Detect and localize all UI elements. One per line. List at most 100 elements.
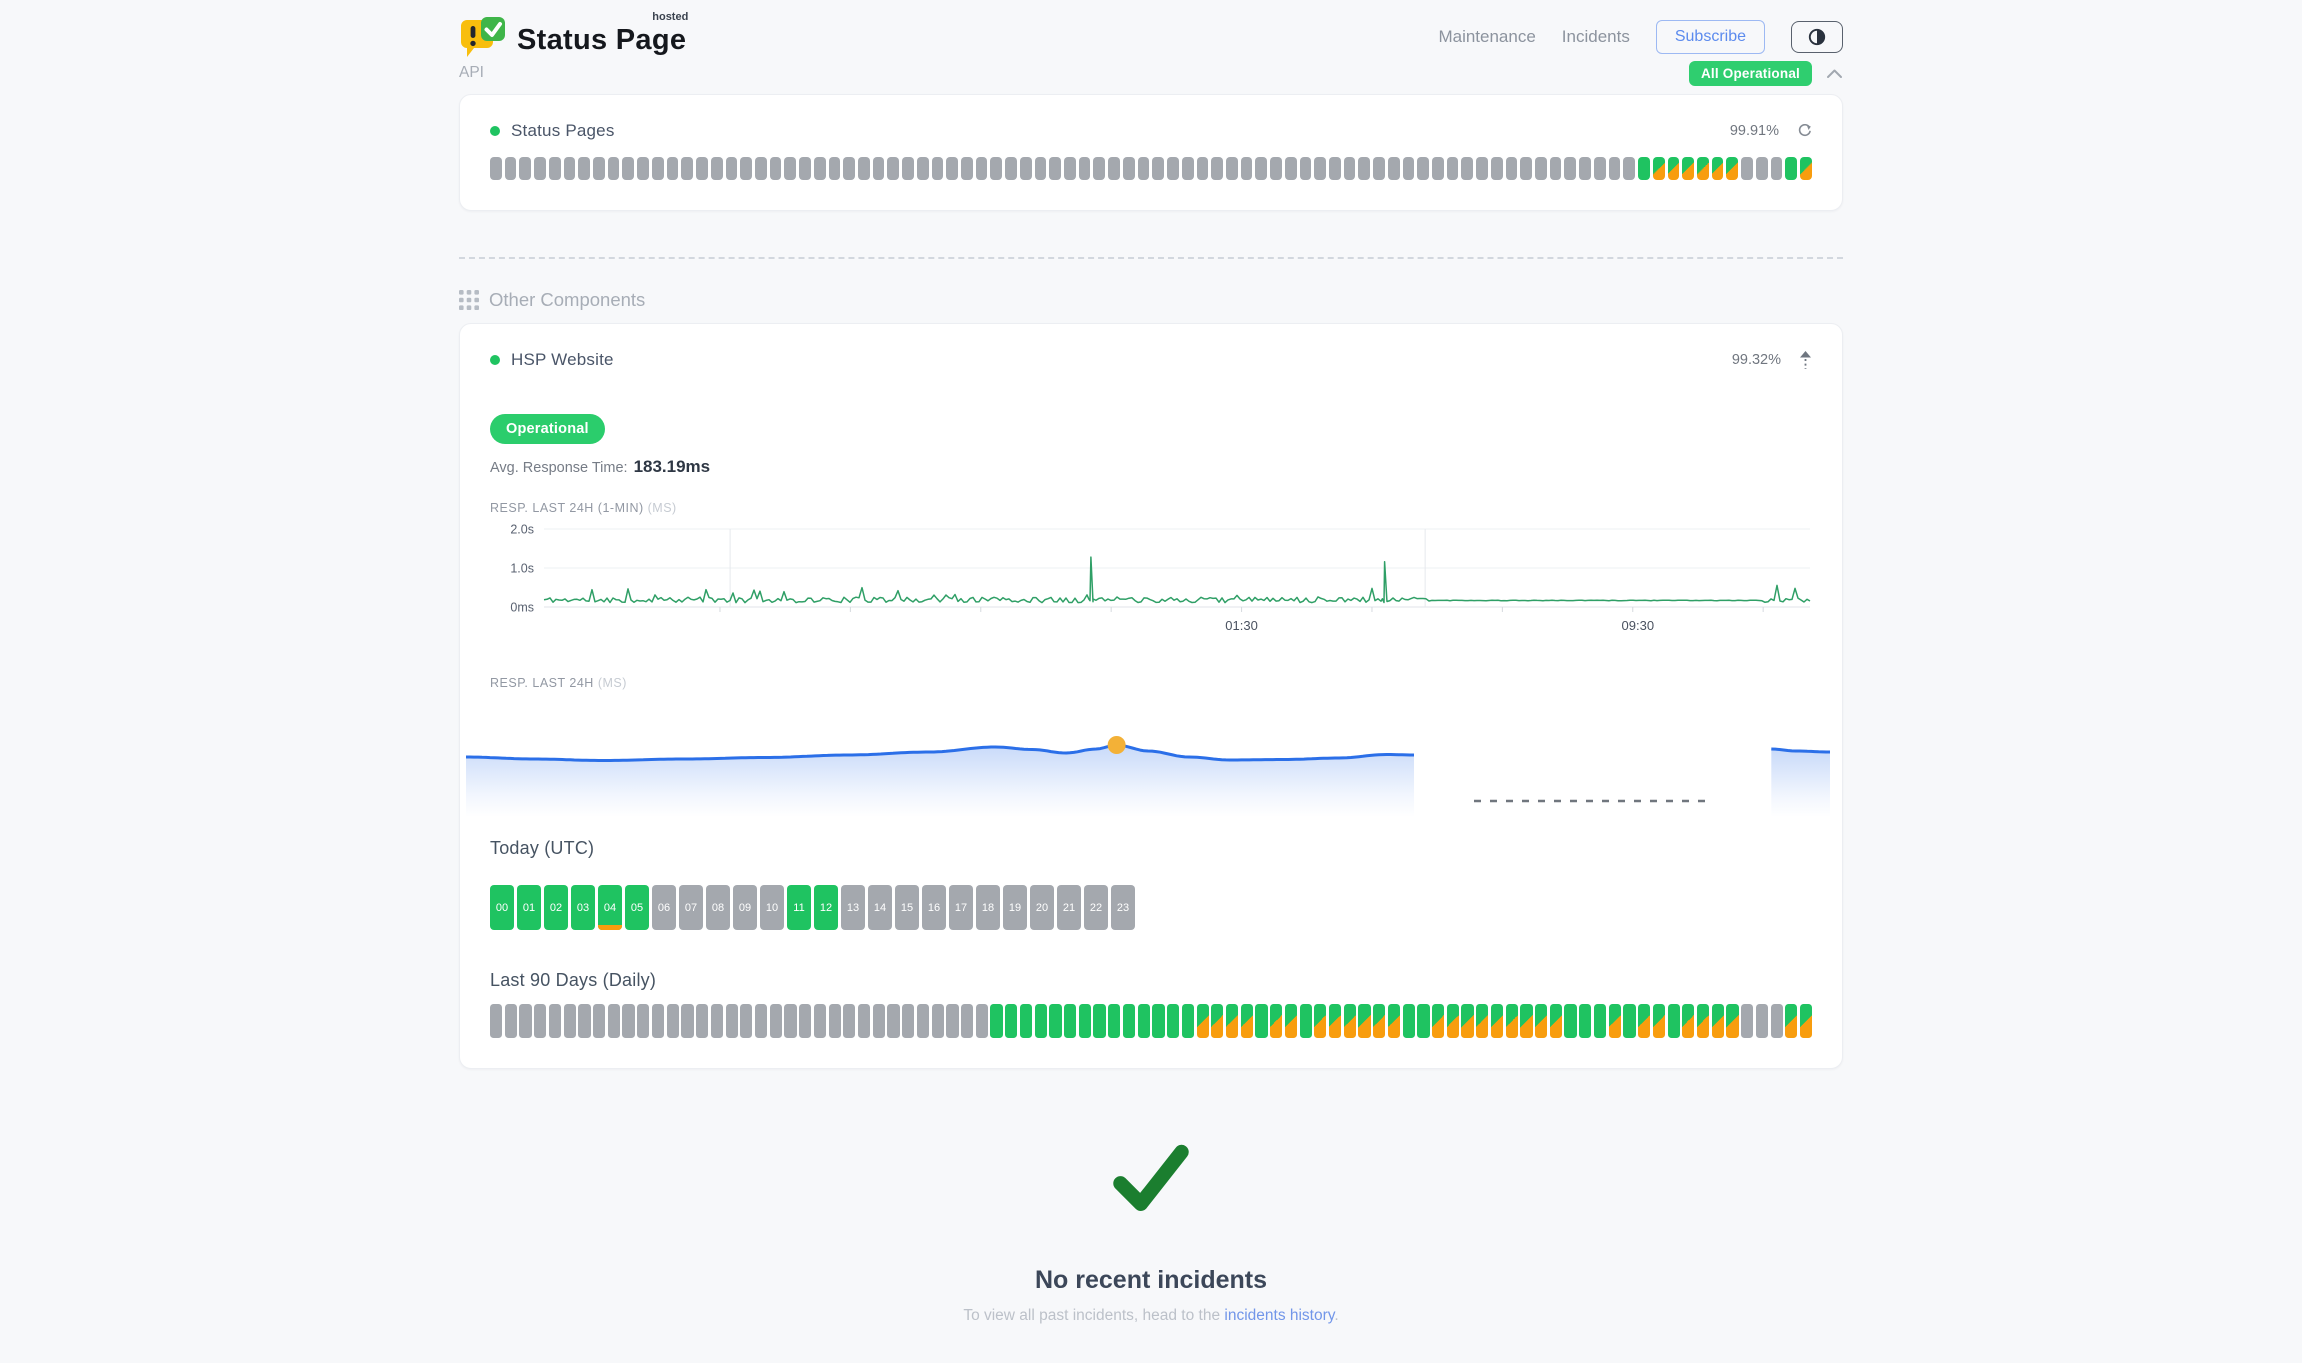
uptime-block[interactable] — [696, 157, 708, 180]
daily-uptime-block[interactable] — [740, 1004, 752, 1038]
daily-uptime-block[interactable] — [1741, 1004, 1753, 1038]
daily-uptime-block[interactable] — [1064, 1004, 1076, 1038]
daily-uptime-block[interactable] — [1594, 1004, 1606, 1038]
hour-block-19[interactable]: 19 — [1003, 885, 1027, 930]
daily-uptime-block[interactable] — [1079, 1004, 1091, 1038]
daily-uptime-block[interactable] — [1241, 1004, 1253, 1038]
uptime-block[interactable] — [1712, 157, 1724, 180]
daily-uptime-block[interactable] — [593, 1004, 605, 1038]
daily-uptime-block[interactable] — [814, 1004, 826, 1038]
arrow-up-dashed-icon[interactable] — [1799, 351, 1812, 370]
nav-maintenance[interactable]: Maintenance — [1438, 27, 1535, 47]
daily-uptime-block[interactable] — [519, 1004, 531, 1038]
uptime-block[interactable] — [519, 157, 531, 180]
uptime-block[interactable] — [1300, 157, 1312, 180]
daily-uptime-block[interactable] — [1771, 1004, 1783, 1038]
uptime-block[interactable] — [1506, 157, 1518, 180]
uptime-block[interactable] — [564, 157, 576, 180]
uptime-block[interactable] — [1108, 157, 1120, 180]
daily-uptime-block[interactable] — [1167, 1004, 1179, 1038]
daily-uptime-block[interactable] — [1329, 1004, 1341, 1038]
uptime-block[interactable] — [1049, 157, 1061, 180]
hour-block-01[interactable]: 01 — [517, 885, 541, 930]
daily-uptime-block[interactable] — [1358, 1004, 1370, 1038]
uptime-block[interactable] — [1197, 157, 1209, 180]
uptime-block[interactable] — [755, 157, 767, 180]
uptime-block[interactable] — [1741, 157, 1753, 180]
daily-uptime-block[interactable] — [1049, 1004, 1061, 1038]
uptime-block[interactable] — [593, 157, 605, 180]
uptime-block[interactable] — [1447, 157, 1459, 180]
daily-uptime-block[interactable] — [1314, 1004, 1326, 1038]
uptime-block[interactable] — [1594, 157, 1606, 180]
daily-uptime-block[interactable] — [534, 1004, 546, 1038]
uptime-block[interactable] — [1035, 157, 1047, 180]
subscribe-button[interactable]: Subscribe — [1656, 20, 1765, 54]
daily-uptime-block[interactable] — [1785, 1004, 1797, 1038]
uptime-block[interactable] — [1476, 157, 1488, 180]
uptime-block[interactable] — [858, 157, 870, 180]
hour-block-14[interactable]: 14 — [868, 885, 892, 930]
uptime-block[interactable] — [1800, 157, 1812, 180]
daily-uptime-block[interactable] — [1682, 1004, 1694, 1038]
theme-toggle-button[interactable] — [1791, 21, 1843, 53]
uptime-block[interactable] — [622, 157, 634, 180]
uptime-block[interactable] — [549, 157, 561, 180]
incidents-history-link[interactable]: incidents history — [1224, 1307, 1334, 1324]
hour-block-13[interactable]: 13 — [841, 885, 865, 930]
uptime-block[interactable] — [1064, 157, 1076, 180]
uptime-block[interactable] — [1653, 157, 1665, 180]
daily-uptime-block[interactable] — [1182, 1004, 1194, 1038]
hour-block-07[interactable]: 07 — [679, 885, 703, 930]
daily-uptime-block[interactable] — [1800, 1004, 1812, 1038]
hour-block-10[interactable]: 10 — [760, 885, 784, 930]
daily-uptime-block[interactable] — [1417, 1004, 1429, 1038]
daily-uptime-block[interactable] — [946, 1004, 958, 1038]
uptime-block[interactable] — [917, 157, 929, 180]
uptime-block[interactable] — [505, 157, 517, 180]
uptime-block[interactable] — [1138, 157, 1150, 180]
daily-uptime-block[interactable] — [667, 1004, 679, 1038]
daily-uptime-block[interactable] — [564, 1004, 576, 1038]
daily-uptime-block[interactable] — [505, 1004, 517, 1038]
daily-uptime-block[interactable] — [755, 1004, 767, 1038]
daily-uptime-block[interactable] — [1697, 1004, 1709, 1038]
hour-block-15[interactable]: 15 — [895, 885, 919, 930]
daily-uptime-block[interactable] — [1226, 1004, 1238, 1038]
uptime-block[interactable] — [1020, 157, 1032, 180]
daily-uptime-block[interactable] — [976, 1004, 988, 1038]
daily-uptime-block[interactable] — [1564, 1004, 1576, 1038]
hour-block-02[interactable]: 02 — [544, 885, 568, 930]
daily-uptime-block[interactable] — [1609, 1004, 1621, 1038]
daily-uptime-block[interactable] — [1579, 1004, 1591, 1038]
daily-uptime-block[interactable] — [932, 1004, 944, 1038]
daily-uptime-block[interactable] — [1123, 1004, 1135, 1038]
uptime-block[interactable] — [1520, 157, 1532, 180]
daily-uptime-block[interactable] — [843, 1004, 855, 1038]
daily-uptime-block[interactable] — [1108, 1004, 1120, 1038]
uptime-block[interactable] — [976, 157, 988, 180]
uptime-block[interactable] — [1226, 157, 1238, 180]
daily-uptime-block[interactable] — [1138, 1004, 1150, 1038]
uptime-block[interactable] — [1005, 157, 1017, 180]
uptime-block[interactable] — [667, 157, 679, 180]
daily-uptime-block[interactable] — [873, 1004, 885, 1038]
collapse-chevron-up-icon[interactable] — [1826, 68, 1843, 79]
uptime-block[interactable] — [1182, 157, 1194, 180]
refresh-icon[interactable] — [1797, 124, 1812, 139]
uptime-block[interactable] — [1329, 157, 1341, 180]
daily-uptime-block[interactable] — [1197, 1004, 1209, 1038]
uptime-block[interactable] — [1403, 157, 1415, 180]
daily-uptime-block[interactable] — [1035, 1004, 1047, 1038]
daily-uptime-block[interactable] — [784, 1004, 796, 1038]
uptime-block[interactable] — [1550, 157, 1562, 180]
uptime-block[interactable] — [1388, 157, 1400, 180]
uptime-block[interactable] — [1123, 157, 1135, 180]
uptime-block[interactable] — [1093, 157, 1105, 180]
uptime-block[interactable] — [490, 157, 502, 180]
hour-block-11[interactable]: 11 — [787, 885, 811, 930]
hour-block-20[interactable]: 20 — [1030, 885, 1054, 930]
daily-uptime-block[interactable] — [1712, 1004, 1724, 1038]
uptime-block[interactable] — [814, 157, 826, 180]
daily-uptime-block[interactable] — [1344, 1004, 1356, 1038]
